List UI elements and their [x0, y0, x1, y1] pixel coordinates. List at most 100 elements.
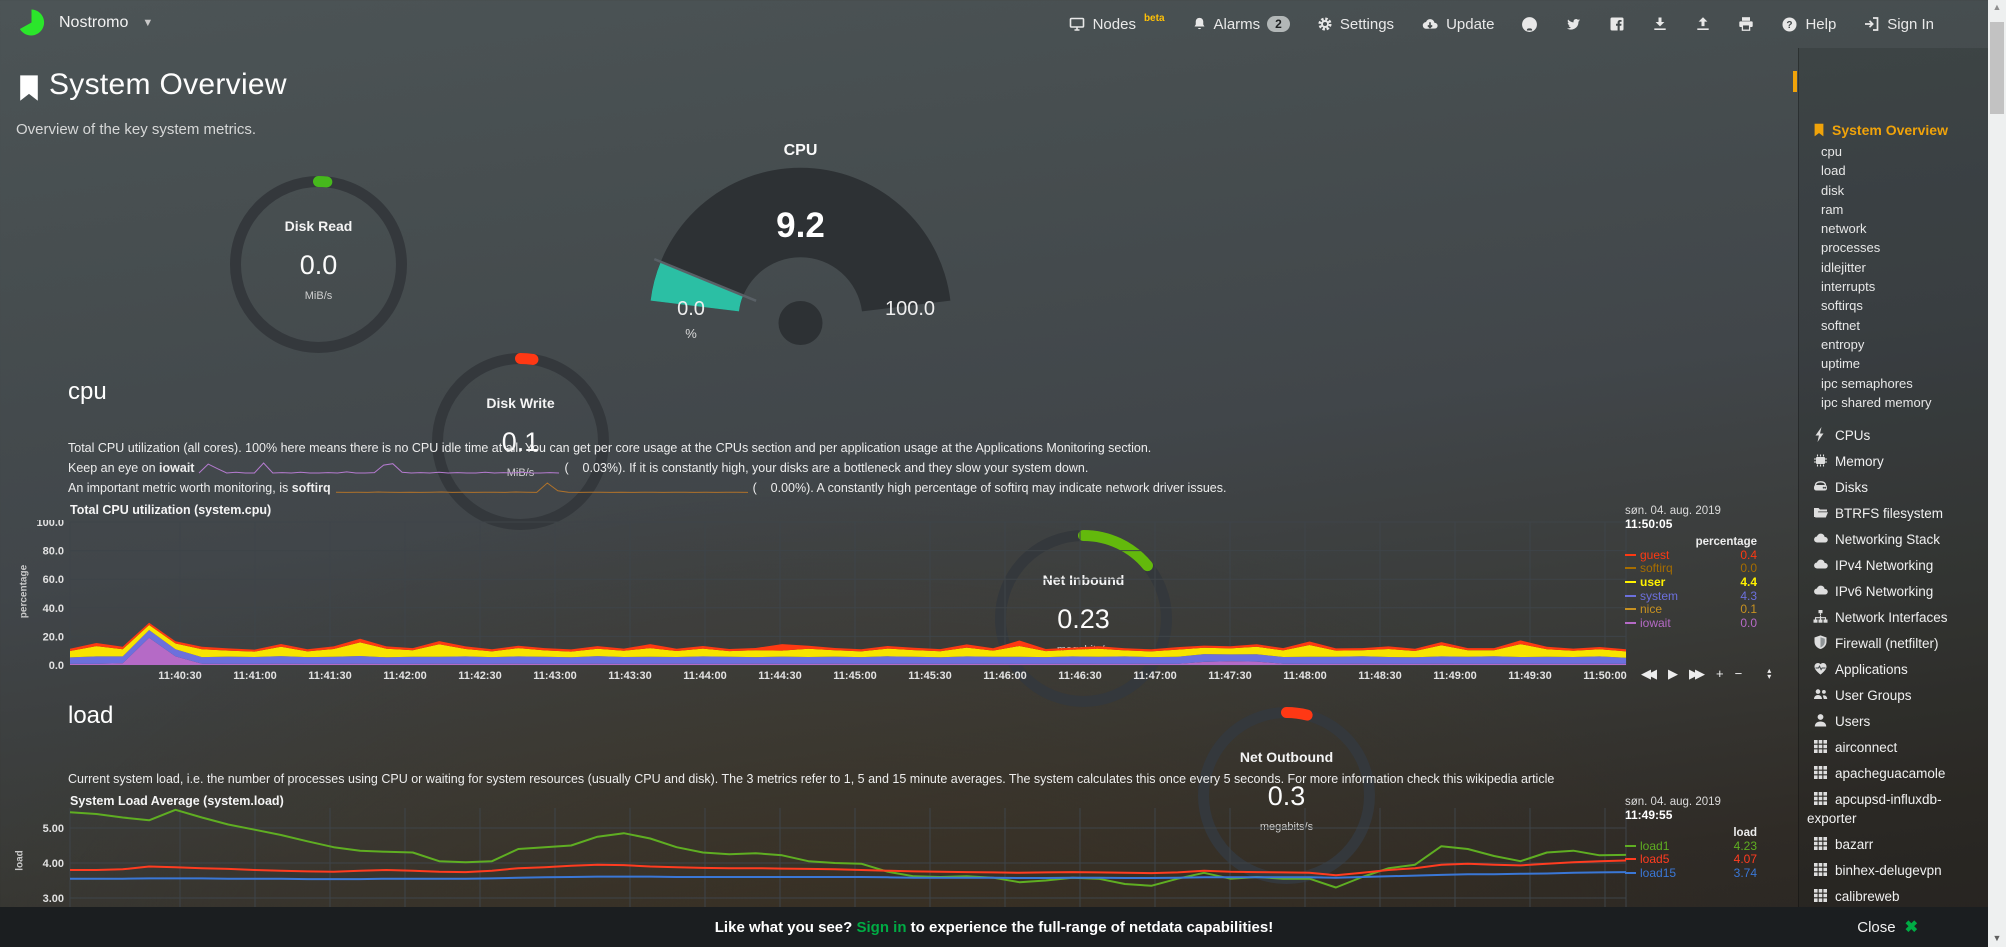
legend-swatch	[1625, 622, 1636, 624]
sidebar-item-bazarr[interactable]: bazarr	[1807, 831, 1983, 857]
nav-export[interactable]	[1652, 16, 1668, 32]
sidebar-item-btrfs-filesystem[interactable]: BTRFS filesystem	[1807, 500, 1983, 526]
svg-text:0.0: 0.0	[49, 660, 64, 672]
legend-dimension-label[interactable]: iowait	[1640, 616, 1671, 630]
svg-text:11:42:00: 11:42:00	[383, 670, 426, 682]
cpu-chart[interactable]: 11:40:3011:41:0011:41:3011:42:0011:42:30…	[0, 520, 1790, 685]
sidebar-item-entropy[interactable]: entropy	[1821, 335, 1932, 354]
legend-dimension-label[interactable]: nice	[1640, 602, 1662, 616]
legend-dimension-label[interactable]: guest	[1640, 548, 1669, 562]
nav-alarms[interactable]: Alarms2	[1192, 16, 1290, 33]
navbar: Nostromo ▼ Nodesbeta Alarms2 Settings Up…	[0, 0, 1988, 48]
netdata-logo-icon	[16, 7, 47, 38]
scroll-down-icon[interactable]: ▼	[1988, 933, 2006, 943]
nav-help[interactable]: ? Help	[1781, 16, 1836, 33]
gauge-value: 0.0	[230, 250, 407, 281]
sidebar-item-load[interactable]: load	[1821, 161, 1932, 180]
nav-facebook[interactable]	[1609, 16, 1625, 32]
sidebar-item-ipv4-networking[interactable]: IPv4 Networking	[1807, 552, 1983, 578]
sidebar-item-user-groups[interactable]: User Groups	[1807, 682, 1983, 708]
legend-time: 11:50:05	[1625, 517, 1757, 531]
legend-dimension-label[interactable]: softirq	[1640, 561, 1673, 575]
sidebar-item-softirqs[interactable]: softirqs	[1821, 296, 1932, 315]
sidebar-item-disks[interactable]: Disks	[1807, 474, 1983, 500]
sidebar-item-memory[interactable]: Memory	[1807, 448, 1983, 474]
legend-dimension-label[interactable]: load15	[1640, 866, 1676, 880]
sidebar-item-ipc-shared-memory[interactable]: ipc shared memory	[1821, 393, 1932, 412]
sidebar-item-network[interactable]: network	[1821, 219, 1932, 238]
legend-dimension-value: 0.0	[1740, 616, 1757, 630]
gauge-disk-read[interactable]: Disk Read 0.0 MiB/s	[230, 176, 407, 353]
svg-text:100.0: 100.0	[36, 520, 64, 529]
twitter-icon	[1565, 17, 1582, 32]
nav-github[interactable]	[1521, 16, 1538, 33]
legend-dimension-value: 3.74	[1734, 866, 1757, 880]
sidebar-item-processes[interactable]: processes	[1821, 238, 1932, 257]
sidebar-item-users[interactable]: Users	[1807, 708, 1983, 734]
sidebar-item-softnet[interactable]: softnet	[1821, 316, 1932, 335]
brand[interactable]: Nostromo ▼	[16, 7, 153, 38]
svg-text:11:48:30: 11:48:30	[1358, 670, 1401, 682]
chevron-down-icon: ▼	[142, 17, 153, 29]
sidebar-item-firewall-netfilter-[interactable]: Firewall (netfilter)	[1807, 630, 1983, 656]
zoom-out-icon[interactable]: −	[1735, 666, 1743, 682]
legend-date: søn. 04. aug. 2019	[1625, 796, 1757, 808]
page-scrollbar[interactable]: ▲ ▼	[1988, 0, 2006, 947]
cpu-chart-title: Total CPU utilization (system.cpu)	[70, 503, 271, 517]
folder-open-icon	[1813, 505, 1828, 520]
close-banner-button[interactable]: Close✖	[1857, 917, 1918, 937]
nav-update[interactable]: Update	[1421, 16, 1494, 33]
gauge-unit: %	[653, 326, 729, 341]
gauge-label: Disk Write	[432, 395, 609, 411]
sidebar-item-apcupsd-influxdb-exporter[interactable]: apcupsd-influxdb-exporter	[1807, 786, 1983, 831]
legend-row-load15: load15 3.74	[1625, 866, 1757, 880]
sidebar-item-apacheguacamole[interactable]: apacheguacamole	[1807, 760, 1983, 786]
zoom-in-icon[interactable]: +	[1716, 666, 1724, 682]
sidebar-item-ipv6-networking[interactable]: IPv6 Networking	[1807, 578, 1983, 604]
sidebar-item-calibreweb[interactable]: calibreweb	[1807, 883, 1983, 909]
resize-handle-icon[interactable]: ▴▾	[1767, 668, 1771, 680]
shield-icon	[1813, 635, 1828, 650]
signin-link[interactable]: Sign in	[856, 919, 906, 936]
svg-text:11:50:00: 11:50:00	[1583, 670, 1626, 682]
legend-dimension-label[interactable]: user	[1640, 575, 1665, 589]
nav-signin[interactable]: Sign In	[1863, 16, 1934, 33]
sidebar-item-cpu[interactable]: cpu	[1821, 142, 1932, 161]
gauge-cpu[interactable]: CPU 9.2 0.0 100.0 %	[647, 140, 954, 355]
legend-dimension-label[interactable]: load5	[1640, 852, 1669, 866]
pan-backward-icon[interactable]: ◀◀	[1641, 666, 1657, 682]
legend-dimension-value: 4.07	[1734, 852, 1757, 866]
scrollbar-thumb[interactable]	[1990, 22, 2004, 114]
sidebar-item-disk[interactable]: disk	[1821, 181, 1932, 200]
softirq-sparkline	[335, 480, 749, 495]
nav-import[interactable]	[1695, 16, 1711, 32]
svg-text:20.0: 20.0	[43, 631, 64, 643]
sidebar-item-networking-stack[interactable]: Networking Stack	[1807, 526, 1983, 552]
legend-row-guest: guest0.4	[1625, 548, 1757, 562]
nav-twitter[interactable]	[1565, 17, 1582, 32]
sidebar-active-indicator	[1793, 71, 1797, 92]
svg-text:11:42:30: 11:42:30	[458, 670, 501, 682]
nav-nodes[interactable]: Nodesbeta	[1068, 16, 1165, 33]
sidebar-item-idlejitter[interactable]: idlejitter	[1821, 258, 1932, 277]
sidebar-item-airconnect[interactable]: airconnect	[1807, 734, 1983, 760]
sidebar-item-ipc-semaphores[interactable]: ipc semaphores	[1821, 374, 1932, 393]
sidebar-item-system-overview[interactable]: System Overview	[1813, 122, 1948, 138]
play-icon[interactable]: ▶	[1668, 666, 1678, 682]
sidebar-item-cpus[interactable]: CPUs	[1807, 422, 1983, 448]
pan-forward-icon[interactable]: ▶▶	[1689, 666, 1705, 682]
legend-swatch	[1625, 845, 1636, 847]
sidebar-item-uptime[interactable]: uptime	[1821, 354, 1932, 373]
legend-dimension-label[interactable]: system	[1640, 589, 1678, 603]
sidebar-item-ram[interactable]: ram	[1821, 200, 1932, 219]
sidebar-item-binhex-delugevpn[interactable]: binhex-delugevpn	[1807, 857, 1983, 883]
sidebar-item-interrupts[interactable]: interrupts	[1821, 277, 1932, 296]
scroll-up-icon[interactable]: ▲	[1988, 2, 2006, 12]
svg-text:11:43:30: 11:43:30	[608, 670, 651, 682]
sidebar-item-applications[interactable]: Applications	[1807, 656, 1983, 682]
sidebar-item-network-interfaces[interactable]: Network Interfaces	[1807, 604, 1983, 630]
nav-settings[interactable]: Settings	[1317, 16, 1394, 33]
nav-print[interactable]	[1738, 16, 1754, 32]
load-chart[interactable]: 3.004.005.00	[0, 800, 1790, 907]
legend-dimension-label[interactable]: load1	[1640, 839, 1669, 853]
